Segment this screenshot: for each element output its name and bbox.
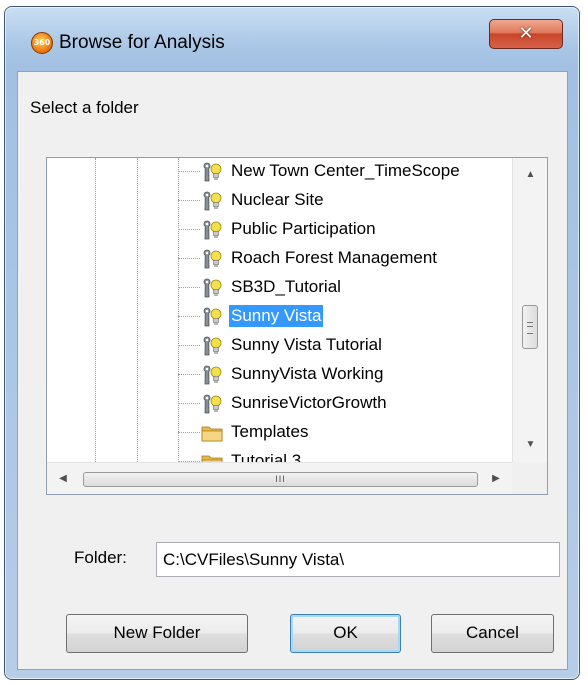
dialog-client: Select a folder New Town Center_TimeScop… bbox=[17, 71, 568, 670]
analysis-icon bbox=[200, 247, 224, 271]
tree-connector-line bbox=[178, 345, 200, 346]
folder-icon bbox=[200, 421, 224, 445]
dialog-window: 360 Browse for Analysis ✕ Select a folde… bbox=[4, 6, 580, 680]
analysis-icon bbox=[200, 305, 224, 329]
tree-connector-line bbox=[178, 258, 200, 259]
tree-connector-line bbox=[178, 229, 200, 230]
analysis-icon bbox=[200, 363, 224, 387]
tree-item-label: SunnyVista Working bbox=[231, 364, 384, 383]
tree-connector-line bbox=[178, 374, 200, 375]
scrollbar-corner bbox=[512, 462, 547, 494]
tree-item-label: Sunny Vista Tutorial bbox=[231, 335, 382, 354]
tree-item-label: SunriseVictorGrowth bbox=[231, 393, 387, 412]
analysis-icon bbox=[200, 276, 224, 300]
tree-connector-line bbox=[178, 432, 200, 433]
folder-tree[interactable]: New Town Center_TimeScope Nuclear Site Pub… bbox=[46, 157, 548, 495]
tree-item-label: Templates bbox=[231, 422, 309, 441]
tree-item-label: New Town Center_TimeScope bbox=[231, 161, 460, 180]
horizontal-scrollbar[interactable]: ◀ III ▶ bbox=[47, 462, 512, 494]
tree-item-label: Roach Forest Management bbox=[231, 248, 437, 267]
tree-item-label: Sunny Vista bbox=[229, 305, 324, 327]
new-folder-button[interactable]: New Folder bbox=[66, 614, 248, 653]
tree-connector-line bbox=[178, 200, 200, 201]
window-title: Browse for Analysis bbox=[59, 32, 225, 53]
tree-guide-line bbox=[95, 158, 96, 462]
tree-connector-line bbox=[178, 171, 200, 172]
tree-connector-line bbox=[178, 287, 200, 288]
analysis-icon bbox=[200, 189, 224, 213]
tree-item-label: SB3D_Tutorial bbox=[231, 277, 341, 296]
vertical-scroll-thumb[interactable] bbox=[522, 305, 538, 349]
tree-item-label: Nuclear Site bbox=[231, 190, 324, 209]
vertical-scrollbar[interactable]: ▲ ▼ bbox=[512, 158, 547, 462]
folder-label: Folder: bbox=[74, 548, 127, 567]
tree-view-area[interactable]: New Town Center_TimeScope Nuclear Site Pub… bbox=[47, 158, 512, 462]
tree-item-label: Public Participation bbox=[231, 219, 376, 238]
folder-icon bbox=[200, 450, 224, 462]
tree-connector-line bbox=[178, 403, 200, 404]
analysis-icon bbox=[200, 392, 224, 416]
scroll-left-icon[interactable]: ◀ bbox=[47, 463, 79, 494]
scroll-right-icon[interactable]: ▶ bbox=[480, 463, 512, 494]
horizontal-scroll-thumb[interactable]: III bbox=[83, 472, 478, 487]
title-bar[interactable]: 360 Browse for Analysis ✕ bbox=[5, 7, 579, 71]
tree-item-label: Tutorial 3 bbox=[231, 451, 302, 462]
close-button[interactable]: ✕ bbox=[489, 19, 563, 49]
tree-guide-line bbox=[137, 158, 138, 462]
tree-connector-line bbox=[178, 316, 200, 317]
analysis-icon bbox=[200, 160, 224, 184]
tree-guide-line bbox=[178, 158, 179, 462]
app-360-icon: 360 bbox=[31, 32, 53, 54]
analysis-icon bbox=[200, 218, 224, 242]
ok-button[interactable]: OK bbox=[290, 614, 401, 653]
instruction-text: Select a folder bbox=[30, 98, 139, 117]
cancel-button[interactable]: Cancel bbox=[431, 614, 554, 653]
folder-path-input[interactable] bbox=[156, 542, 560, 577]
scroll-up-icon[interactable]: ▲ bbox=[513, 158, 547, 192]
scroll-down-icon[interactable]: ▼ bbox=[513, 428, 547, 462]
analysis-icon bbox=[200, 334, 224, 358]
